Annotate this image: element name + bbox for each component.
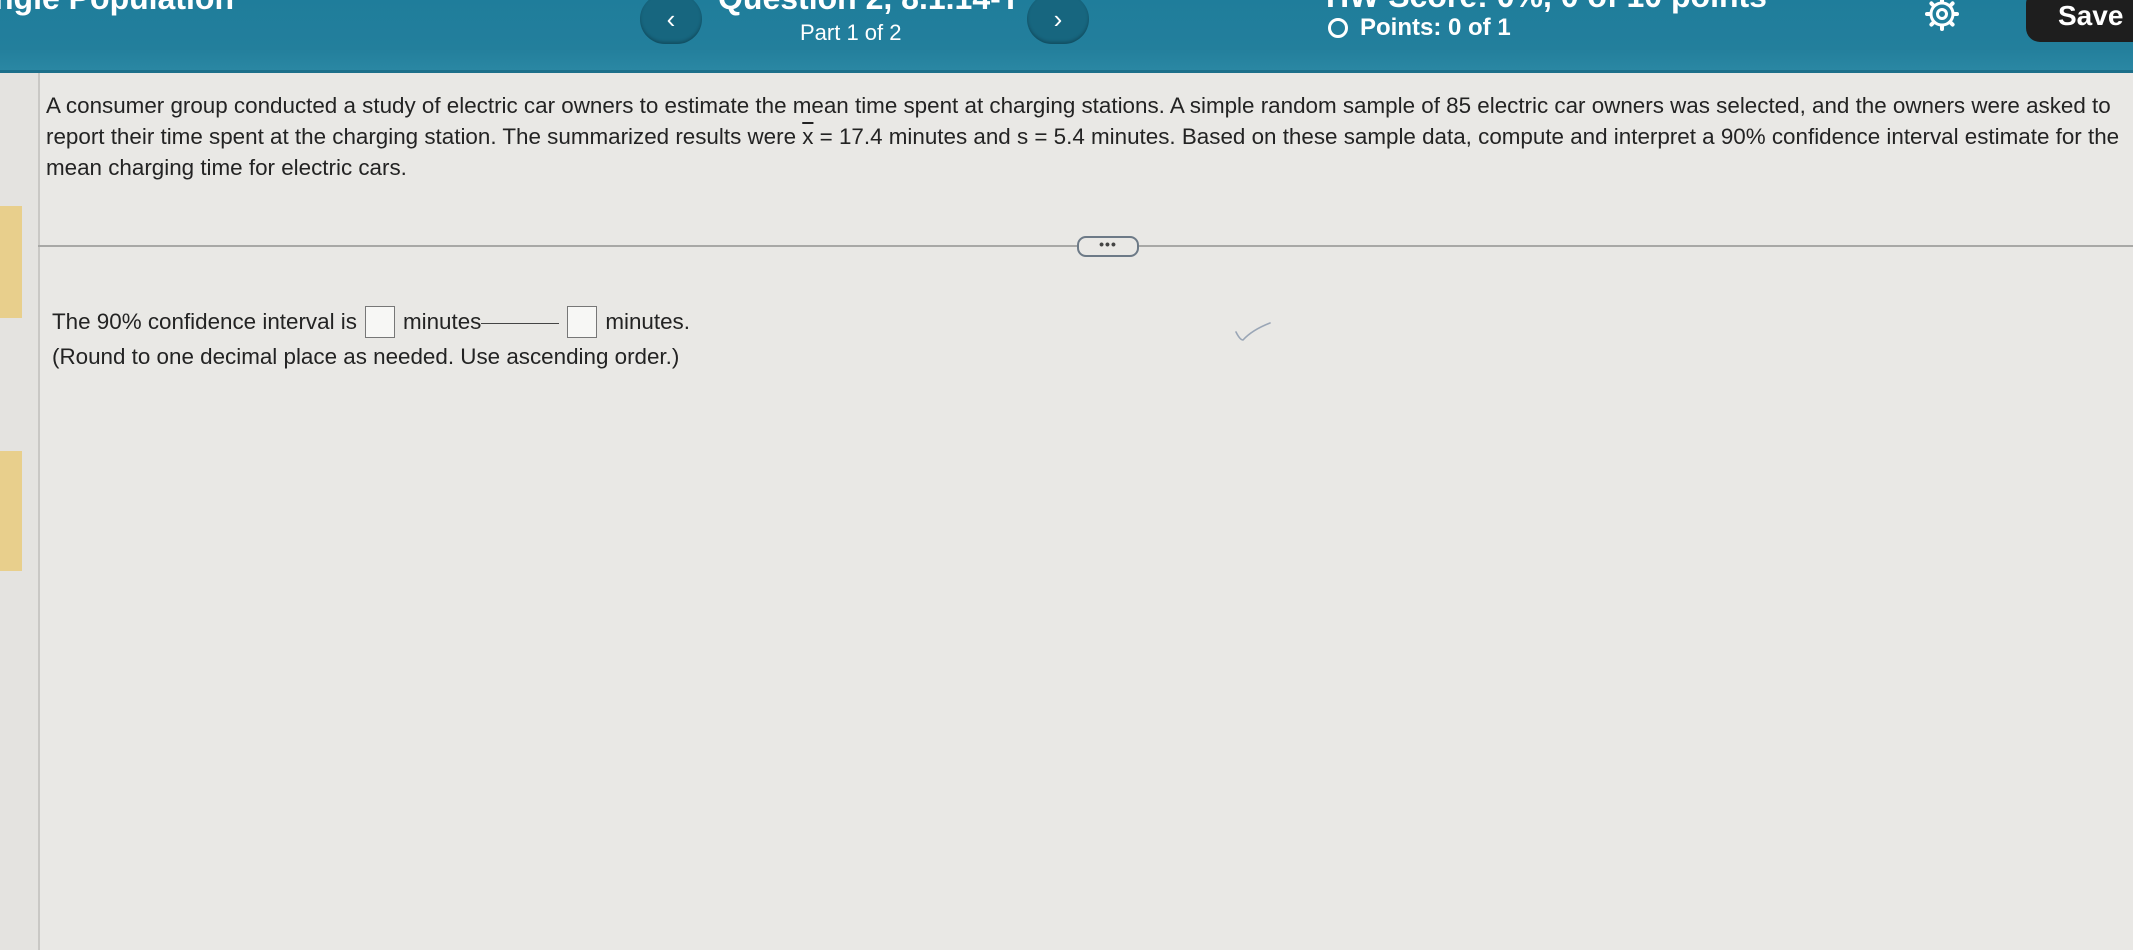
circle-icon <box>1328 18 1348 38</box>
chevron-left-icon: ‹ <box>666 3 676 34</box>
unit-label: minutes <box>402 309 482 334</box>
answer-prefix: The 90% confidence interval is <box>52 309 357 334</box>
part-label: Part 1 of 2 <box>800 20 902 45</box>
answer-line: The 90% confidence interval is minutes m… <box>52 306 690 338</box>
upper-bound-input[interactable] <box>567 306 598 338</box>
chevron-right-icon: › <box>1053 3 1063 34</box>
expand-button[interactable]: ••• <box>1077 236 1139 257</box>
hw-score: HW Score: 0%, 0 of 10 points <box>1326 0 1767 15</box>
next-question-button[interactable]: › <box>1027 0 1089 44</box>
left-rail <box>0 73 40 950</box>
question-text: A consumer group conducted a study of el… <box>46 90 2128 183</box>
range-dash <box>481 322 560 324</box>
lower-bound-input[interactable] <box>364 306 395 338</box>
points-status: Points: 0 of 1 <box>1328 14 1511 42</box>
save-button[interactable]: Save <box>2026 0 2133 42</box>
previous-question-button[interactable]: ‹ <box>640 0 702 44</box>
top-bar: ngle Population ‹ Question 2, 8.1.14-T P… <box>0 0 2133 73</box>
question-title: Question 2, 8.1.14-T <box>718 0 1020 17</box>
rail-marker <box>0 451 22 571</box>
unit-label: minutes. <box>605 309 690 334</box>
x-bar-symbol: x <box>802 124 814 149</box>
rail-marker <box>0 206 22 318</box>
check-mark-icon <box>1235 322 1271 341</box>
points-label: Points: 0 of 1 <box>1360 14 1511 41</box>
assignment-title: ngle Population <box>0 0 234 17</box>
rounding-hint: (Round to one decimal place as needed. U… <box>52 344 680 369</box>
gear-icon[interactable] <box>1922 0 1962 32</box>
